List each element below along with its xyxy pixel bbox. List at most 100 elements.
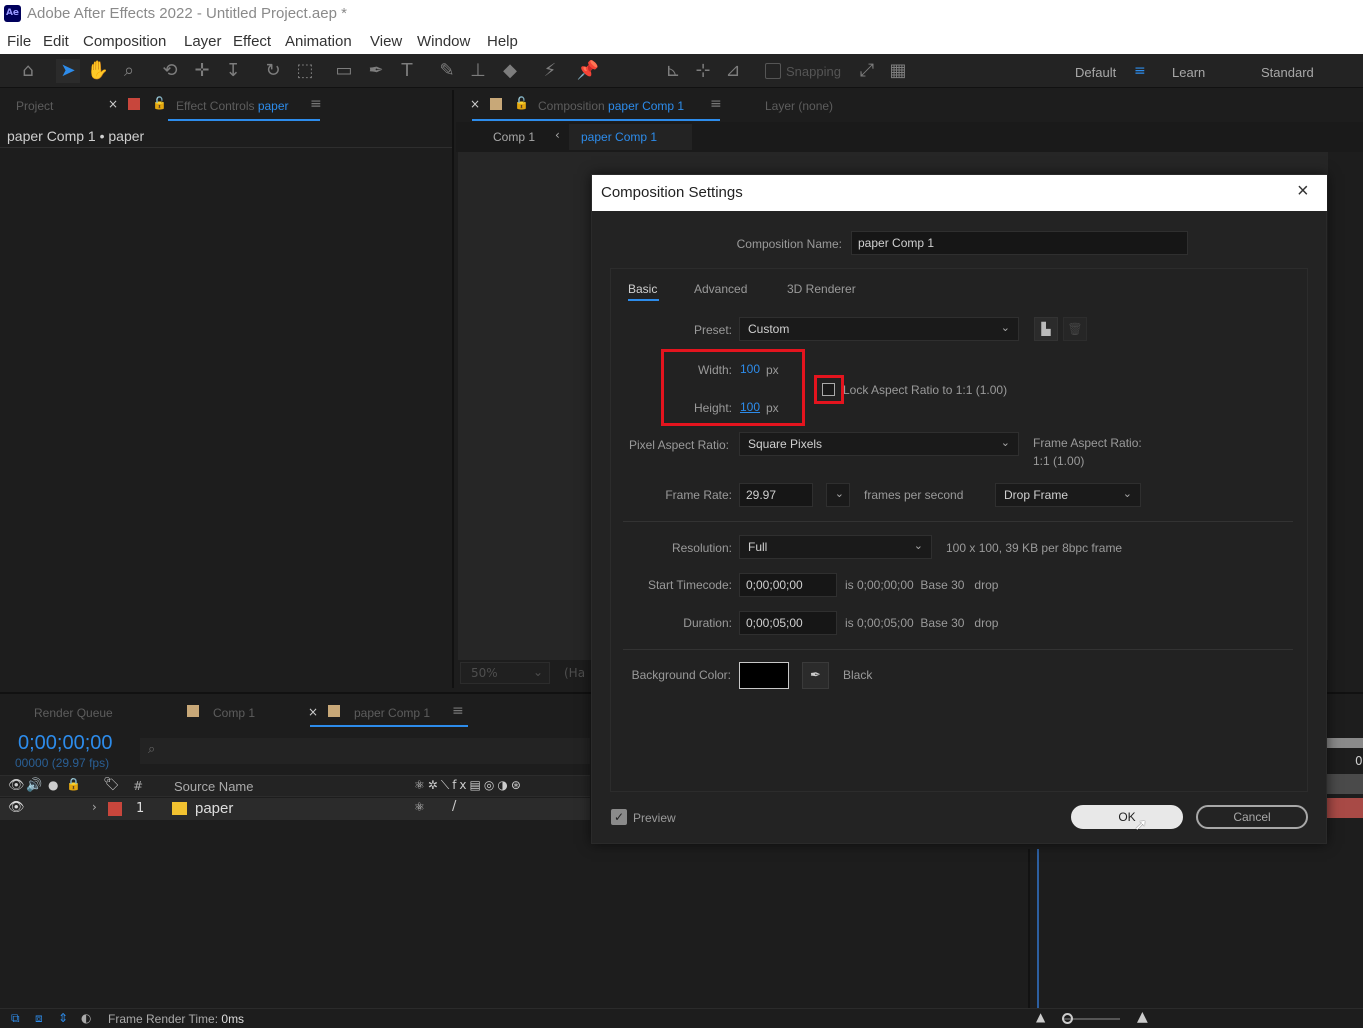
crumb-active-comp[interactable]: paper Comp 1 (569, 124, 692, 150)
solo-icon[interactable]: ● (48, 778, 58, 792)
eyedropper-icon[interactable]: ✒ (802, 662, 829, 689)
start-timecode-input[interactable]: 0;00;00;00 (739, 573, 837, 597)
snap-options-icon[interactable]: ⤢ (855, 59, 879, 83)
dolly-camera-icon[interactable]: ↧ (221, 59, 245, 83)
tab-project[interactable]: Project (16, 99, 53, 113)
layer-search-input[interactable]: ⌕ (140, 738, 590, 764)
tab-comp1[interactable]: Comp 1 (213, 706, 255, 720)
drop-frame-dropdown[interactable]: Drop Frame ⌄ (995, 483, 1141, 507)
tab-composition[interactable]: Composition paper Comp 1 (538, 99, 684, 113)
comp-name-input[interactable]: paper Comp 1 (851, 231, 1188, 255)
layer-row[interactable]: 👁 › 1 paper ⚛ / (0, 798, 590, 820)
lock-aspect-label[interactable]: Lock Aspect Ratio to 1:1 (1.00) (843, 383, 1007, 397)
quality-switch-icon[interactable]: / (452, 799, 456, 814)
pan-camera-icon[interactable]: ✛ (190, 59, 214, 83)
resolution-dropdown[interactable]: (Ha (564, 666, 585, 680)
roto-brush-icon[interactable]: ⚡ (538, 59, 562, 83)
tab-layer[interactable]: Layer (none) (765, 99, 833, 113)
snapping-checkbox[interactable] (765, 63, 781, 79)
tab-advanced[interactable]: Advanced (694, 282, 747, 296)
pen-tool-icon[interactable]: ✒ (364, 59, 388, 83)
tab-paper-comp[interactable]: paper Comp 1 (354, 706, 430, 720)
frame-rate-input[interactable]: 29.97 (739, 483, 813, 507)
panel-menu-icon[interactable]: ≡ (452, 703, 464, 719)
world-axis-icon[interactable]: ⊹ (691, 59, 715, 83)
eye-icon[interactable]: 👁 (8, 778, 25, 793)
audio-icon[interactable]: 🔊 (26, 778, 42, 793)
close-icon[interactable]: × (470, 97, 480, 111)
menu-edit[interactable]: Edit (43, 33, 69, 50)
menu-window[interactable]: Window (417, 33, 470, 50)
lock-icon[interactable]: 🔓 (514, 96, 529, 110)
menu-layer[interactable]: Layer (184, 33, 222, 50)
crumb-comp1[interactable]: Comp 1 (493, 130, 535, 144)
lock-icon[interactable]: 🔒 (66, 777, 81, 791)
grid-snap-icon[interactable]: ▦ (886, 59, 910, 83)
tab-basic[interactable]: Basic (628, 282, 657, 296)
eraser-tool-icon[interactable]: ◆ (498, 59, 522, 83)
duration-input[interactable]: 0;00;05;00 (739, 611, 837, 635)
current-timecode[interactable]: 0;00;00;00 (18, 732, 113, 755)
source-name-header[interactable]: Source Name (174, 779, 253, 794)
workspace-standard[interactable]: Standard (1261, 65, 1314, 80)
layer-name[interactable]: paper (195, 800, 233, 817)
work-area-bar[interactable] (1327, 738, 1363, 748)
zoom-out-icon[interactable]: ▲ (1036, 1010, 1045, 1024)
eye-icon[interactable]: 👁 (8, 800, 25, 815)
clone-stamp-icon[interactable]: ⊥ (466, 59, 490, 83)
playhead[interactable] (1037, 849, 1039, 1009)
frame-rate-dropdown[interactable]: ⌄ (826, 483, 850, 507)
panel-menu-icon[interactable]: ≡ (710, 96, 722, 112)
workspace-learn[interactable]: Learn (1172, 65, 1205, 80)
delete-preset-icon[interactable]: 🗑 (1063, 317, 1087, 341)
tab-effect-controls[interactable]: Effect Controls paper (176, 99, 289, 113)
view-axis-icon[interactable]: ⊿ (721, 59, 745, 83)
tab-3d-renderer[interactable]: 3D Renderer (787, 282, 856, 296)
chevron-right-icon[interactable]: › (92, 800, 97, 814)
zoom-slider-handle[interactable] (1062, 1013, 1073, 1024)
transfer-controls-icon[interactable]: ⇕ (58, 1011, 68, 1025)
brush-tool-icon[interactable]: ✎ (435, 59, 459, 83)
menu-animation[interactable]: Animation (285, 33, 352, 50)
zoom-tool-icon[interactable]: ⌕ (117, 59, 141, 83)
layer-switches-icon[interactable]: ⧈ (35, 1011, 43, 1026)
hand-tool-icon[interactable]: ✋ (86, 59, 110, 83)
zoom-dropdown[interactable]: 50% ⌄ (460, 662, 550, 684)
lock-icon[interactable]: 🔓 (152, 96, 167, 110)
preset-dropdown[interactable]: Custom ⌄ (739, 317, 1019, 341)
panel-menu-icon[interactable]: ≡ (310, 96, 322, 112)
close-icon[interactable]: × (1297, 180, 1309, 203)
local-axis-icon[interactable]: ⊾ (661, 59, 685, 83)
label-tag-icon[interactable]: 🏷 (103, 777, 120, 792)
layer-duration-bar[interactable] (1327, 798, 1363, 818)
shy-switch-icon[interactable]: ⚛ (414, 800, 425, 814)
close-icon[interactable]: × (308, 705, 318, 719)
resolution-dropdown[interactable]: Full ⌄ (739, 535, 932, 559)
menu-help[interactable]: Help (487, 33, 518, 50)
zoom-in-icon[interactable]: ▲ (1137, 1009, 1148, 1025)
save-preset-icon[interactable]: ▙ (1034, 317, 1058, 341)
type-tool-icon[interactable]: T (395, 59, 419, 83)
render-time-icon[interactable]: ◐ (81, 1011, 91, 1025)
workspace-default[interactable]: Default (1075, 65, 1116, 80)
puppet-pin-icon[interactable]: 📌 (576, 59, 600, 83)
background-color-swatch[interactable] (739, 662, 789, 689)
cancel-button[interactable]: Cancel (1196, 805, 1308, 829)
pixel-aspect-dropdown[interactable]: Square Pixels ⌄ (739, 432, 1019, 456)
orbit-camera-icon[interactable]: ⟲ (158, 59, 182, 83)
menu-composition[interactable]: Composition (83, 33, 166, 50)
comp-flowchart-icon[interactable]: ⧉ (11, 1011, 20, 1026)
rotation-tool-icon[interactable]: ↻ (261, 59, 285, 83)
pan-behind-tool-icon[interactable]: ⬚ (293, 59, 317, 83)
preview-checkbox[interactable]: ✓ (611, 809, 627, 825)
menu-effect[interactable]: Effect (233, 33, 271, 50)
home-icon[interactable]: ⌂ (16, 59, 40, 83)
tab-render-queue[interactable]: Render Queue (34, 706, 113, 720)
rectangle-tool-icon[interactable]: ▭ (332, 59, 356, 83)
close-icon[interactable]: × (108, 97, 118, 111)
workspace-menu-icon[interactable]: ≡ (1134, 63, 1146, 79)
layer-label-color[interactable] (108, 802, 122, 816)
menu-file[interactable]: File (7, 33, 31, 50)
selection-tool-icon[interactable]: ➤ (56, 59, 80, 83)
menu-view[interactable]: View (370, 33, 402, 50)
